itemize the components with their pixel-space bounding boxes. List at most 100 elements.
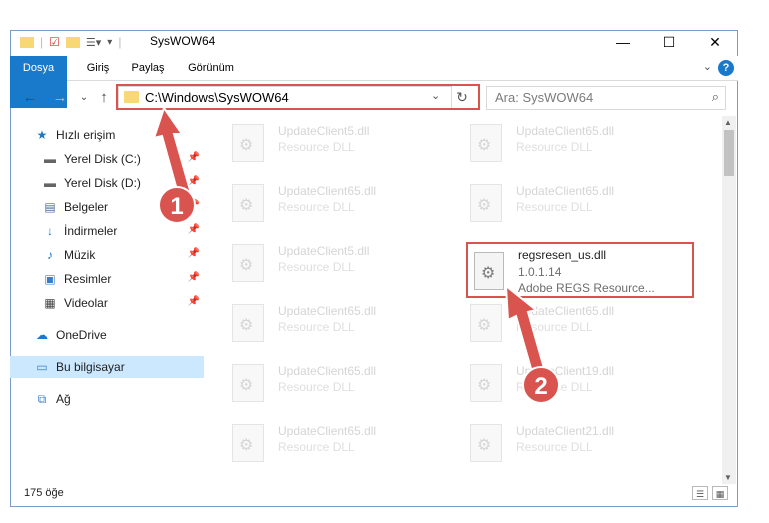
file-item[interactable]: UpdateClient5.dll Resource DLL — [216, 116, 446, 168]
file-name: UpdateClient5.dll — [278, 124, 370, 138]
documents-icon: ▤ — [44, 200, 56, 214]
properties-icon[interactable]: ☑ — [49, 35, 60, 49]
quick-access-toolbar: | ☑ ☰▾ ▾ | — [20, 33, 121, 51]
file-name: UpdateClient5.dll — [278, 244, 370, 258]
file-item[interactable]: UpdateClient21.dll Resource DLL — [454, 416, 684, 468]
callout-badge-2: 2 — [522, 366, 560, 404]
file-item[interactable]: UpdateClient65.dll Resource DLL — [454, 116, 684, 168]
drive-icon: ▬ — [44, 152, 56, 166]
file-list: UpdateClient5.dll Resource DLL UpdateCli… — [216, 116, 722, 484]
cloud-icon: ☁ — [36, 328, 48, 342]
dll-file-icon — [470, 424, 502, 462]
search-icon[interactable]: ⌕ — [712, 89, 719, 105]
file-description: Resource DLL — [278, 140, 355, 154]
sidebar-item-label: Resimler — [64, 272, 112, 286]
file-name: UpdateClient65.dll — [278, 364, 377, 378]
file-item[interactable]: UpdateClient65.dll Resource DLL — [454, 176, 684, 228]
file-item[interactable]: UpdateClient5.dll Resource DLL — [216, 236, 446, 288]
file-description: Resource DLL — [516, 200, 593, 214]
tab-view[interactable]: Görünüm — [180, 56, 242, 80]
pin-icon[interactable]: 📌 — [188, 248, 200, 259]
file-item[interactable]: UpdateClient65.dll Resource DLL — [216, 356, 446, 408]
file-name: UpdateClient65.dll — [278, 184, 377, 198]
dll-file-icon — [470, 304, 502, 342]
sidebar-item-pictures[interactable]: ▣ Resimler 📌 — [42, 268, 204, 290]
window-title: SysWOW64 — [150, 34, 216, 48]
file-item[interactable]: UpdateClient19.dll Resource DLL — [454, 356, 684, 408]
pin-icon[interactable]: 📌 — [188, 224, 200, 235]
sidebar-item-music[interactable]: ♪ Müzik 📌 — [42, 244, 204, 266]
file-name: UpdateClient21.dll — [516, 424, 615, 438]
ribbon: Dosya Giriş Paylaş Görünüm ⌄ ? — [10, 56, 738, 108]
file-description: Resource DLL — [278, 260, 355, 274]
dll-file-icon — [232, 184, 264, 222]
close-button[interactable]: ✕ — [692, 30, 738, 54]
dll-file-icon — [232, 304, 264, 342]
file-description: Resource DLL — [516, 440, 593, 454]
view-icon[interactable]: ☰▾ — [86, 36, 101, 49]
file-name: UpdateClient65.dll — [278, 304, 377, 318]
vertical-scrollbar[interactable]: ▲ ▼ — [722, 116, 736, 484]
file-item[interactable]: UpdateClient65.dll Resource DLL — [216, 176, 446, 228]
sidebar-item-label: Ağ — [56, 392, 71, 406]
network-icon: ⧉ — [37, 391, 47, 406]
callout-badge-1: 1 — [158, 186, 196, 224]
separator: | — [40, 35, 44, 49]
file-description: Resource DLL — [516, 140, 593, 154]
maximize-button[interactable]: ☐ — [646, 30, 692, 54]
up-arrow-icon[interactable]: ↑ — [94, 88, 114, 108]
tab-share[interactable]: Paylaş — [124, 56, 172, 80]
help-icon[interactable]: ? — [718, 60, 734, 76]
view-switcher: ☰ ▦ — [692, 486, 728, 500]
details-view-icon[interactable]: ☰ — [692, 486, 708, 500]
search-placeholder: Ara: SysWOW64 — [495, 90, 594, 105]
tab-home[interactable]: Giriş — [76, 56, 120, 80]
folder-icon[interactable] — [20, 36, 34, 48]
sidebar-item-onedrive[interactable]: ☁ OneDrive — [34, 324, 204, 346]
dll-file-icon — [470, 124, 502, 162]
file-description: Resource DLL — [278, 380, 355, 394]
sidebar-item-label: Hızlı erişim — [56, 128, 116, 142]
pin-icon[interactable]: 📌 — [188, 272, 200, 283]
search-input[interactable]: Ara: SysWOW64 ⌕ — [486, 86, 726, 110]
sidebar-item-label: OneDrive — [56, 328, 107, 342]
sidebar-item-label: Belgeler — [64, 200, 109, 214]
computer-icon: ▭ — [36, 360, 48, 374]
sidebar-item-this-pc[interactable]: ▭ Bu bilgisayar — [10, 356, 204, 378]
scroll-thumb[interactable] — [724, 130, 734, 176]
file-description: Resource DLL — [278, 200, 355, 214]
item-count: 175 öğe — [24, 487, 64, 499]
tiles-view-icon[interactable]: ▦ — [712, 486, 728, 500]
sidebar-item-label: Videolar — [64, 296, 108, 310]
file-description: Resource DLL — [278, 320, 355, 334]
chevron-down-icon[interactable]: ⌄ — [703, 60, 712, 73]
dll-file-icon — [232, 124, 264, 162]
download-icon: ↓ — [47, 224, 53, 238]
star-icon: ★ — [36, 128, 48, 142]
sidebar-item-videos[interactable]: ▦ Videolar 📌 — [42, 292, 204, 314]
sidebar-item-label: Bu bilgisayar — [56, 360, 125, 374]
drive-icon: ▬ — [44, 176, 56, 190]
file-item[interactable]: UpdateClient65.dll Resource DLL — [216, 416, 446, 468]
file-description: Resource DLL — [278, 440, 355, 454]
sidebar-item-network[interactable]: ⧉ Ağ — [34, 388, 204, 410]
customize-icon[interactable]: ▾ — [107, 37, 112, 48]
minimize-button[interactable]: — — [600, 30, 646, 54]
dll-file-icon — [470, 364, 502, 402]
file-item[interactable]: UpdateClient65.dll Resource DLL — [216, 296, 446, 348]
forward-arrow-icon[interactable]: → — [50, 88, 70, 108]
pin-icon[interactable]: 📌 — [188, 296, 200, 307]
file-item[interactable]: UpdateClient65.dll Resource DLL — [454, 296, 684, 348]
back-arrow-icon[interactable]: ← — [20, 88, 40, 108]
file-name: regsresen_us.dll — [518, 248, 607, 262]
music-icon: ♪ — [47, 248, 53, 262]
sidebar-item-label: Müzik — [64, 248, 96, 262]
scroll-up-icon[interactable]: ▲ — [724, 118, 732, 127]
recent-chevron-icon[interactable]: ⌄ — [74, 88, 94, 108]
navigation-bar: ← → ⌄ ↑ C:\Windows\SysWOW64 ⌄ ↻ Ara: Sys… — [10, 84, 738, 112]
new-folder-icon[interactable] — [65, 36, 80, 48]
pictures-icon: ▣ — [44, 272, 56, 286]
refresh-icon[interactable]: ↻ — [452, 87, 472, 107]
scroll-down-icon[interactable]: ▼ — [724, 473, 732, 482]
videos-icon: ▦ — [44, 296, 56, 310]
